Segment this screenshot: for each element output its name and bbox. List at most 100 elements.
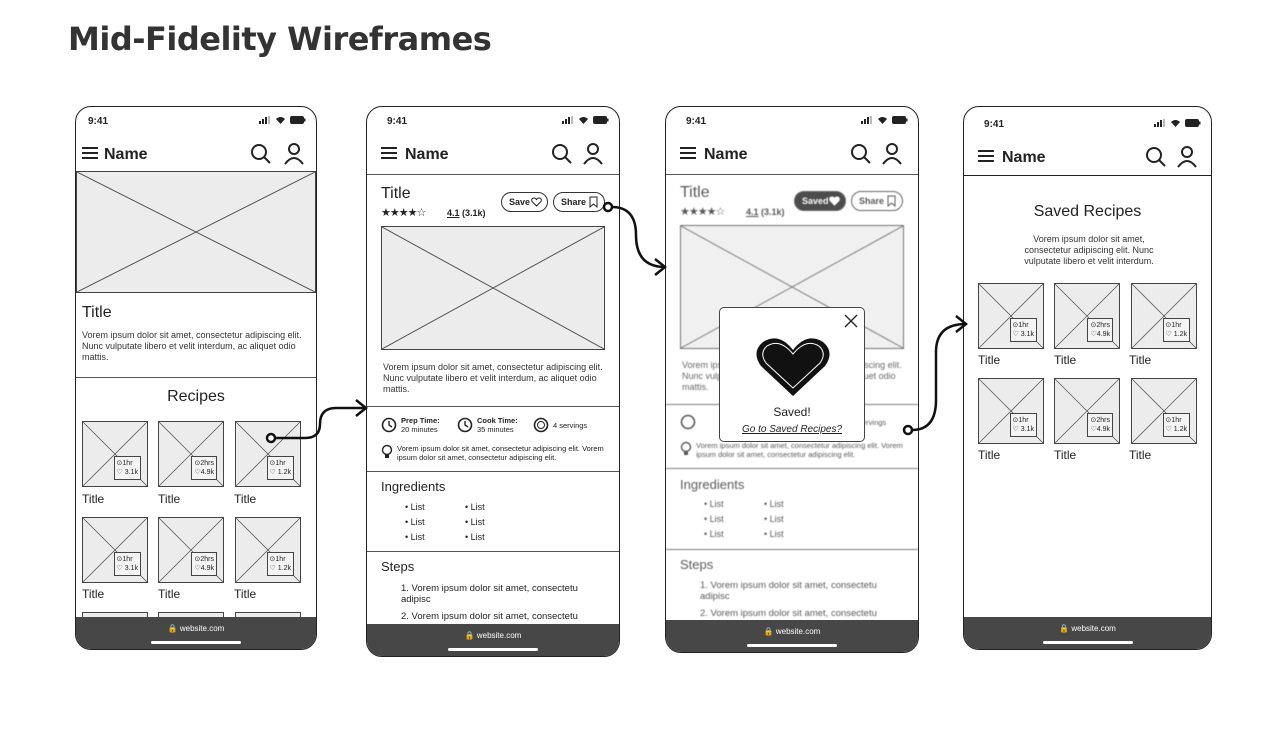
recipe-tile-image[interactable]: ⊙2hrs ♡4.9k xyxy=(1054,283,1120,349)
battery-icon xyxy=(593,116,609,124)
user-icon[interactable] xyxy=(284,143,304,165)
step-item: 1. Vorem ipsum dolor sit amet, consectet… xyxy=(401,583,578,605)
app-name: Name xyxy=(405,146,449,163)
url-label[interactable]: 🔒 website.com xyxy=(76,624,316,633)
hamburger-menu-icon[interactable] xyxy=(381,147,397,159)
recipe-tile-title: Title xyxy=(1054,353,1077,367)
share-button[interactable]: Share xyxy=(851,191,903,211)
status-bar: 9:41 xyxy=(76,107,316,137)
wifi-icon xyxy=(276,117,285,124)
system-icons xyxy=(562,116,609,124)
star-rating-icon: ★★★★☆ xyxy=(680,206,725,218)
heart-icon xyxy=(531,197,542,207)
lightbulb-icon xyxy=(680,441,692,455)
status-time: 9:41 xyxy=(686,116,707,127)
recipe-tile-title: Title xyxy=(234,492,257,506)
hamburger-menu-icon[interactable] xyxy=(680,147,696,159)
steps-heading: Steps xyxy=(381,559,415,574)
recipe-stats-badge: ⊙2hrs ♡4.9k xyxy=(191,456,217,480)
tip-text: Vorem ipsum dolor sit amet, consectetur … xyxy=(696,441,903,459)
search-icon[interactable] xyxy=(850,143,872,165)
hamburger-menu-icon[interactable] xyxy=(82,147,98,159)
app-bar: Name xyxy=(964,140,1211,176)
recipe-tile-image[interactable]: ⊙1hr ♡ 1.2k xyxy=(235,421,301,487)
recipe-tile-image[interactable]: ⊙1hr ♡ 3.1k xyxy=(82,517,148,583)
list-item: • List xyxy=(465,532,485,542)
user-icon[interactable] xyxy=(583,143,603,165)
recipe-tile-image[interactable]: ⊙2hrs ♡4.9k xyxy=(1054,378,1120,444)
search-icon[interactable] xyxy=(551,143,573,165)
hamburger-menu-icon[interactable] xyxy=(978,150,994,162)
battery-icon xyxy=(892,116,908,124)
ingredients-list: • List • List • List xyxy=(405,500,425,545)
rating-value: 4.1 (3.1k) xyxy=(746,207,785,217)
recipe-tile-title: Title xyxy=(1129,448,1152,462)
wifi-icon xyxy=(579,117,588,124)
list-item: • List xyxy=(465,517,485,527)
recipe-stats-badge: ⊙1hr ♡ 3.1k xyxy=(113,552,141,576)
search-icon[interactable] xyxy=(250,143,272,165)
recipe-tile-image[interactable]: ⊙1hr ♡ 3.1k xyxy=(978,378,1044,444)
recipe-tile-image[interactable]: ⊙2hrs ♡4.9k xyxy=(158,517,224,583)
url-label[interactable]: 🔒 website.com xyxy=(964,624,1211,633)
status-bar: 9:41 xyxy=(367,107,619,137)
clock-icon xyxy=(457,417,473,433)
recipe-tile-title: Title xyxy=(1129,353,1152,367)
signal-icon xyxy=(259,116,270,124)
signal-icon xyxy=(861,116,872,124)
recipe-tile-image[interactable]: ⊙1hr ♡ 3.1k xyxy=(82,421,148,487)
steps-heading: Steps xyxy=(680,557,714,572)
bookmark-icon xyxy=(589,196,598,208)
servings: 4 servings xyxy=(553,421,588,430)
system-icons xyxy=(861,116,908,124)
clock-icon xyxy=(680,414,696,430)
list-item: • List xyxy=(405,517,425,527)
battery-icon xyxy=(1185,119,1201,127)
step-item: 2. Vorem ipsum dolor sit amet, consectet… xyxy=(401,611,578,622)
phone-screen-recipe-detail: 9:41 Name Title ★★★★☆ 4.1 (3.1k) Save Sh… xyxy=(366,106,620,657)
url-label[interactable]: 🔒 website.com xyxy=(367,631,619,640)
home-indicator[interactable] xyxy=(1042,641,1133,644)
recipe-tile-image[interactable]: ⊙2hrs ♡4.9k xyxy=(158,421,224,487)
browser-bottom-bar: 🔒 website.com xyxy=(76,617,316,649)
recipe-title: Title xyxy=(680,184,710,201)
section-divider xyxy=(76,377,316,378)
go-to-saved-recipes-link[interactable]: Go to Saved Recipes? xyxy=(720,424,864,435)
recipe-stats-badge: ⊙2hrs ♡4.9k xyxy=(1087,413,1113,437)
plate-icon xyxy=(533,417,549,433)
recipe-tile-title: Title xyxy=(978,448,1001,462)
browser-bottom-bar: 🔒 website.com xyxy=(964,617,1211,649)
section-divider xyxy=(666,549,918,550)
home-indicator[interactable] xyxy=(151,641,241,644)
recipe-tile-image[interactable]: ⊙1hr ♡ 3.1k xyxy=(978,283,1044,349)
app-bar: Name xyxy=(666,137,918,173)
saved-button[interactable]: Saved xyxy=(794,191,846,211)
section-divider xyxy=(367,471,619,472)
cook-time: Cook Time: 35 minutes xyxy=(477,416,518,434)
recipe-stats-badge: ⊙1hr ♡ 1.2k xyxy=(1162,318,1190,342)
user-icon[interactable] xyxy=(1177,146,1197,168)
home-indicator[interactable] xyxy=(448,648,538,651)
ingredients-list: • List • List • List xyxy=(764,499,784,539)
home-indicator[interactable] xyxy=(747,644,837,647)
user-icon[interactable] xyxy=(882,143,902,165)
page-title: Mid-Fidelity Wireframes xyxy=(68,20,492,58)
status-time: 9:41 xyxy=(387,116,408,127)
share-button[interactable]: Share xyxy=(553,192,605,212)
recipe-tile-image[interactable]: ⊙1hr ♡ 1.2k xyxy=(235,517,301,583)
save-button[interactable]: Save xyxy=(501,192,548,212)
heart-filled-icon xyxy=(756,338,830,396)
recipe-stats-badge: ⊙2hrs ♡4.9k xyxy=(191,552,217,576)
close-icon[interactable] xyxy=(844,314,858,328)
recipe-tile-title: Title xyxy=(978,353,1001,367)
browser-bottom-bar: 🔒 website.com xyxy=(666,620,918,652)
wifi-icon xyxy=(1171,120,1180,127)
list-item: • List xyxy=(465,502,485,512)
search-icon[interactable] xyxy=(1145,146,1167,168)
recipe-tile-image[interactable]: ⊙1hr ♡ 1.2k xyxy=(1131,283,1197,349)
recipe-tile-image[interactable]: ⊙1hr ♡ 1.2k xyxy=(1131,378,1197,444)
recipe-stats-badge: ⊙1hr ♡ 3.1k xyxy=(1009,318,1037,342)
section-divider xyxy=(367,551,619,552)
url-label[interactable]: 🔒 website.com xyxy=(666,627,918,636)
recipe-tile-title: Title xyxy=(1054,448,1077,462)
